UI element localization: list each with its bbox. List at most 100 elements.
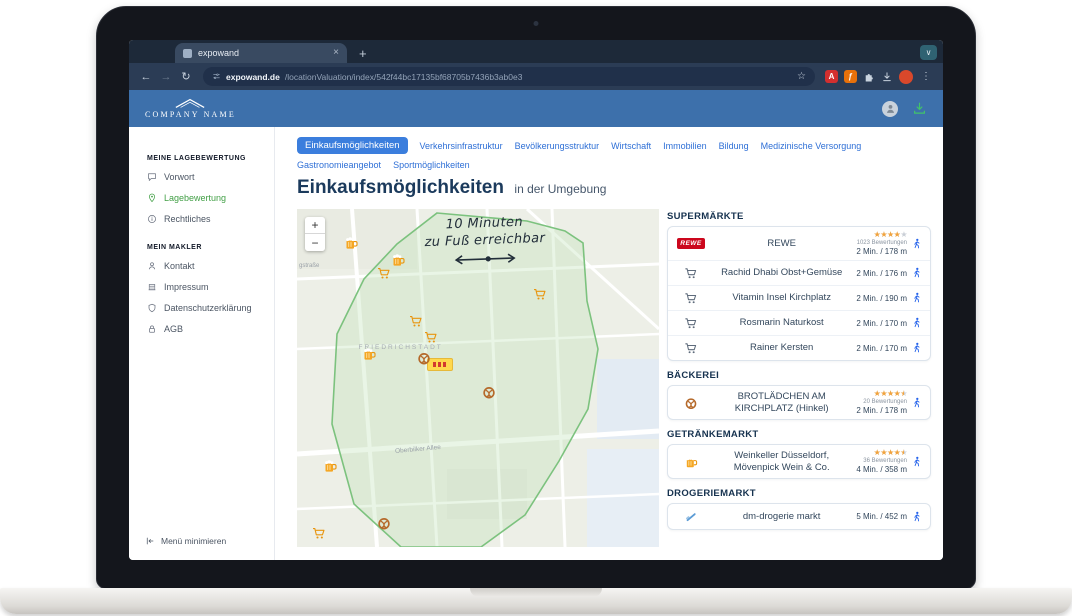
map-marker-cart[interactable]	[311, 526, 326, 541]
map-marker-pretzel[interactable]	[481, 384, 496, 399]
place-name: Rosmarin Naturkost	[707, 317, 856, 329]
page-content: MEINE LAGEBEWERTUNGVorwortLagebewertungR…	[129, 127, 943, 560]
company-logo[interactable]: COMPANY NAME	[145, 98, 236, 119]
sidebar-item-datenschutzerkl-rung[interactable]: Datenschutzerklärung	[147, 303, 268, 313]
map-marker-cart[interactable]	[532, 286, 547, 301]
map-marker-beer[interactable]	[362, 347, 377, 362]
sidebar-item-kontakt[interactable]: Kontakt	[147, 261, 268, 271]
tab-medizinische-versorgung[interactable]: Medizinische Versorgung	[761, 141, 862, 151]
place-name: Rachid Dhabi Obst+Gemüse	[707, 267, 856, 279]
tab-bev-lkerungsstruktur[interactable]: Bevölkerungsstruktur	[515, 141, 600, 151]
beer-icon	[684, 455, 698, 469]
review-count: 1023 Bewertungen	[857, 240, 907, 246]
sidebar: MEINE LAGEBEWERTUNGVorwortLagebewertungR…	[129, 127, 275, 560]
result-row-dm-drogerie-markt[interactable]: dm-drogerie markt5 Min. / 452 m	[668, 504, 930, 529]
place-name: Weinkeller Düsseldorf, Mövenpick Wein & …	[707, 450, 856, 474]
user-avatar[interactable]	[882, 101, 898, 117]
result-row-rewe[interactable]: REWEREWE★★★★★★★★★★1023 Bewertungen2 Min.…	[668, 227, 930, 260]
place-meta: ★★★★★★★★★★36 Bewertungen4 Min. / 358 m	[856, 449, 923, 474]
minimize-label: Menü minimieren	[161, 536, 226, 546]
result-row-rachid-dhabi-obst-gem-se[interactable]: Rachid Dhabi Obst+Gemüse2 Min. / 176 m	[668, 260, 930, 285]
forward-button[interactable]: →	[159, 71, 173, 83]
zoom-out-button[interactable]: −	[305, 234, 325, 251]
sidebar-item-agb[interactable]: AGB	[147, 324, 268, 334]
webcam-dot	[534, 21, 539, 26]
map-marker-beer[interactable]	[322, 458, 337, 473]
cart-icon	[684, 291, 698, 305]
tab-immobilien[interactable]: Immobilien	[663, 141, 707, 151]
browser-profile-avatar[interactable]	[899, 70, 913, 84]
sidebar-item-label: Kontakt	[164, 261, 195, 271]
url-bar[interactable]: expowand.de/locationValuation/index/542f…	[203, 67, 815, 86]
minimize-menu-button[interactable]: Menü minimieren	[145, 536, 226, 546]
map-marker-cart[interactable]	[409, 313, 424, 328]
place-meta: 2 Min. / 190 m	[856, 292, 923, 304]
sidebar-item-rechtliches[interactable]: Rechtliches	[147, 214, 268, 224]
place-icon-wrap	[675, 291, 707, 305]
place-meta: ★★★★★★★★★★1023 Bewertungen2 Min. / 178 m	[856, 231, 923, 256]
page-subtitle: in der Umgebung	[514, 182, 606, 196]
map-marker-cart[interactable]	[376, 266, 391, 281]
map-marker-pretzel[interactable]	[416, 350, 431, 365]
back-button[interactable]: ←	[139, 71, 153, 83]
downloads-icon[interactable]	[881, 71, 893, 83]
tab-verkehrsinfrastruktur[interactable]: Verkehrsinfrastruktur	[420, 141, 503, 151]
tab-wirtschaft[interactable]: Wirtschaft	[611, 141, 651, 151]
rewe-logo: REWE	[677, 238, 705, 249]
result-row-weinkeller-d-sseldorf-m-venpick-wein-co[interactable]: Weinkeller Düsseldorf, Mövenpick Wein & …	[668, 445, 930, 478]
laptop-mockup: expowand × + ∨ ← → ↻ expowand.de/locatio…	[0, 0, 1072, 616]
tab-einkaufsm-glichkeiten[interactable]: Einkaufsmöglichkeiten	[297, 137, 408, 154]
sidebar-item-lagebewertung[interactable]: Lagebewertung	[147, 193, 268, 203]
bookmark-star-icon[interactable]: ☆	[797, 71, 806, 82]
extensions-puzzle-icon[interactable]	[863, 71, 875, 83]
sidebar-item-label: AGB	[164, 324, 183, 334]
cart-icon	[684, 316, 698, 330]
tab-search-chevron-icon[interactable]: ∨	[920, 45, 937, 60]
map-marker-cart[interactable]	[423, 330, 438, 345]
results-panel: SUPERMÄRKTEREWEREWE★★★★★★★★★★1023 Bewert…	[667, 209, 931, 530]
orange-extension-icon[interactable]: ƒ	[844, 70, 857, 83]
new-tab-button[interactable]: +	[359, 47, 367, 63]
review-count: 36 Bewertungen	[863, 458, 907, 464]
sidebar-item-impressum[interactable]: Impressum	[147, 282, 268, 292]
content-columns: + − 10 Minuten zu Fuß erreichbar	[297, 209, 931, 547]
place-meta: 2 Min. / 170 m	[856, 342, 923, 354]
result-row-brotl-dchen-am-kirchplatz-hinkel[interactable]: BROTLÄDCHEN AM KIRCHPLATZ (Hinkel)★★★★★★…	[668, 386, 930, 419]
star-rating: ★★★★★★★★★★	[874, 390, 907, 398]
map-marker-beer[interactable]	[391, 252, 406, 267]
map-canvas[interactable]: + − 10 Minuten zu Fuß erreichbar	[297, 209, 659, 547]
url-path: /locationValuation/index/542f44bc17135bf…	[285, 72, 523, 82]
tab-bildung[interactable]: Bildung	[719, 141, 749, 151]
result-row-vitamin-insel-kirchplatz[interactable]: Vitamin Insel Kirchplatz2 Min. / 190 m	[668, 285, 930, 310]
map-marker-pretzel[interactable]	[376, 516, 391, 531]
highlighted-poi[interactable]	[427, 358, 453, 371]
beer-icon	[322, 458, 337, 473]
zoom-in-button[interactable]: +	[305, 217, 325, 234]
distance-label: 2 Min. / 170 m	[856, 344, 907, 353]
tab-gastronomieangebot[interactable]: Gastronomieangebot	[297, 160, 381, 170]
adobe-extension-icon[interactable]: A	[825, 70, 838, 83]
laptop-base	[0, 588, 1072, 614]
distance-label: 2 Min. / 170 m	[856, 319, 907, 328]
place-icon-wrap	[675, 341, 707, 355]
walking-distance-icon	[911, 238, 923, 250]
pretzel-icon	[416, 350, 431, 365]
sidebar-item-vorwort[interactable]: Vorwort	[147, 172, 268, 182]
browser-menu-icon[interactable]: ⋮	[919, 71, 933, 82]
map-marker-beer[interactable]	[344, 235, 359, 250]
tab-sportm-glichkeiten[interactable]: Sportmöglichkeiten	[393, 160, 470, 170]
cart-icon	[684, 341, 698, 355]
results-heading-b-ckerei: BÄCKEREI	[667, 370, 931, 381]
reload-button[interactable]: ↻	[179, 70, 193, 83]
result-row-rosmarin-naturkost[interactable]: Rosmarin Naturkost2 Min. / 170 m	[668, 310, 930, 335]
lock-icon	[147, 324, 157, 334]
walking-distance-icon	[911, 456, 923, 468]
results-card: dm-drogerie markt5 Min. / 452 m	[667, 503, 931, 530]
close-tab-icon[interactable]: ×	[333, 48, 339, 58]
site-settings-icon	[212, 72, 221, 81]
download-report-icon[interactable]	[912, 101, 927, 116]
browser-tab[interactable]: expowand ×	[175, 43, 347, 63]
sidebar-item-label: Impressum	[164, 282, 209, 292]
results-card: REWEREWE★★★★★★★★★★1023 Bewertungen2 Min.…	[667, 226, 931, 361]
result-row-rainer-kersten[interactable]: Rainer Kersten2 Min. / 170 m	[668, 335, 930, 360]
